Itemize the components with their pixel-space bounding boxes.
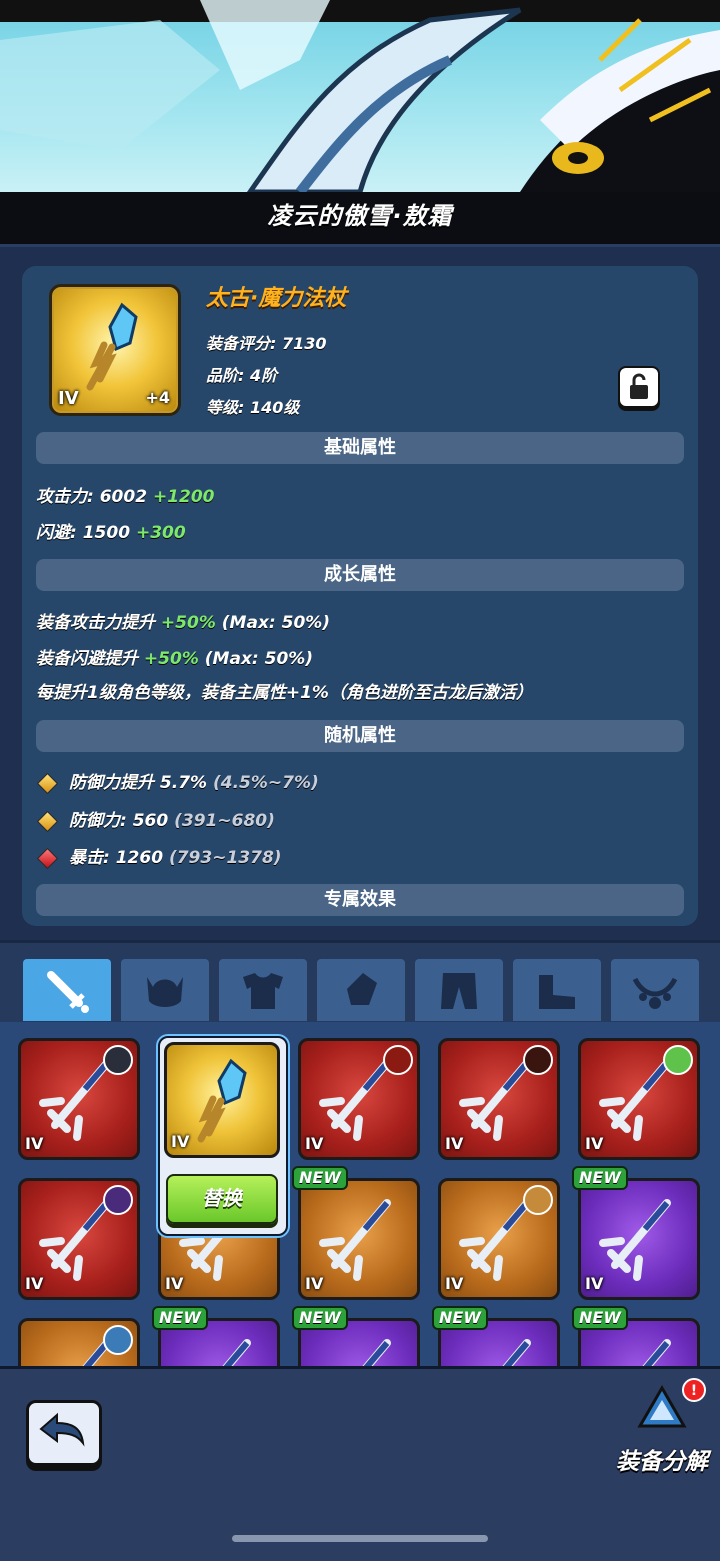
inventory-item[interactable]: IV [18,1038,140,1160]
helmet-icon [147,977,183,1007]
recycle-icon[interactable]: ! [624,1378,720,1448]
bottom-bar [0,1366,720,1561]
inventory-item[interactable]: IV [18,1318,140,1366]
equipment-tab-strip [0,940,720,1025]
item-grade: 品阶: 4阶 [206,366,278,385]
new-tag: NEW [572,1166,628,1190]
random-attr-defense-pct: 防御力提升 5.7% (4.5%~7%) [36,768,319,794]
hero-banner [0,0,720,192]
item-tier: IV [25,1274,44,1293]
home-indicator [232,1535,488,1542]
section-growth-attributes: 成长属性 [36,559,684,591]
hero-badge-icon [383,1045,413,1075]
hero-badge-icon [523,1045,553,1075]
hero-badge-icon [523,1185,553,1215]
tab-helmet[interactable] [121,959,209,1021]
inventory-item[interactable]: IV [298,1178,420,1300]
basic-attr-attack: 攻击力: 6002 +1200 [36,487,215,507]
item-tier: IV [58,388,79,409]
inventory-item[interactable]: IV [578,1178,700,1300]
lock-button[interactable] [618,366,660,408]
item-tier: IV [305,1274,324,1293]
basic-attr-dodge: 闪避: 1500 +300 [36,523,186,543]
section-exclusive-effect: 专属效果 [36,884,684,916]
hero-badge-icon [663,1045,693,1075]
equipment-grid: IVIVIVIVIVIVIVNEWIVIVNEWIVIVNEWIVNEWIVNE… [0,1022,720,1366]
item-tier: IV [445,1274,464,1293]
section-basic-attributes: 基础属性 [36,432,684,464]
sword-icon [47,971,89,1013]
tab-necklace[interactable] [611,959,699,1021]
item-tier: IV [305,1134,324,1153]
growth-attr-level-scaling: 每提升1级角色等级，装备主属性+1%（角色进阶至古龙后激活） [36,683,533,703]
red-gem-icon [36,847,59,869]
hero-badge-icon [103,1325,133,1355]
selected-item-icon: IV [164,1042,280,1158]
item-tier: IV [165,1274,184,1293]
item-tier: IV [585,1274,604,1293]
armor-icon [243,973,283,1009]
item-name: 太古·魔力法杖 [206,286,347,311]
inventory-item[interactable]: IV [18,1178,140,1300]
new-tag: NEW [432,1306,488,1330]
notification-badge: ! [691,1383,697,1399]
tab-pants[interactable] [415,959,503,1021]
hero-badge-icon [103,1185,133,1215]
gold-gem-icon [36,810,59,832]
tab-bracer[interactable] [317,959,405,1021]
dismantle-label[interactable]: 装备分解 [616,1442,708,1476]
new-tag: NEW [152,1306,208,1330]
item-tier: IV [445,1134,464,1153]
back-button[interactable] [26,1400,102,1466]
tab-boots[interactable] [513,959,601,1021]
random-attr-defense: 防御力: 560 (391~680) [36,806,275,832]
inventory-item[interactable]: IV [578,1038,700,1160]
tab-armor[interactable] [219,959,307,1021]
hero-name-bar: 凌云的傲雪·敖霜 [0,192,720,247]
bracer-icon [347,973,377,1005]
inventory-item[interactable]: IV [298,1038,420,1160]
growth-attr-attack: 装备攻击力提升 +50% (Max: 50%) [36,613,331,633]
gold-gem-icon [36,772,59,794]
pants-icon [441,973,477,1009]
item-tier: IV [585,1134,604,1153]
unlock-icon [630,373,648,399]
new-tag: NEW [292,1166,348,1190]
hero-badge-icon [103,1045,133,1075]
random-attr-crit: 暴击: 1260 (793~1378) [36,843,282,869]
inventory-item[interactable]: IV [438,1038,560,1160]
selected-item-tier: IV [171,1132,190,1151]
item-detail-panel: IV +4 太古·魔力法杖 装备评分: 7130 品阶: 4阶 等级: 140级… [22,266,698,926]
back-arrow-icon [39,1412,85,1447]
section-random-attributes: 随机属性 [36,720,684,752]
item-level: 等级: 140级 [206,398,300,417]
necklace-icon [632,977,678,1009]
new-tag: NEW [292,1306,348,1330]
item-enhance-level: +4 [145,388,170,407]
replace-button[interactable]: 替换 [166,1174,278,1224]
item-score: 装备评分: 7130 [206,334,327,353]
hero-name: 凌云的傲雪·敖霜 [267,202,453,230]
hero-art [0,0,720,192]
new-tag: NEW [572,1306,628,1330]
tab-weapon[interactable] [23,959,111,1021]
item-icon: IV +4 [49,284,181,416]
growth-attr-dodge: 装备闪避提升 +50% (Max: 50%) [36,649,314,669]
item-tier: IV [25,1134,44,1153]
inventory-item[interactable]: IV [438,1178,560,1300]
boots-icon [539,975,575,1009]
